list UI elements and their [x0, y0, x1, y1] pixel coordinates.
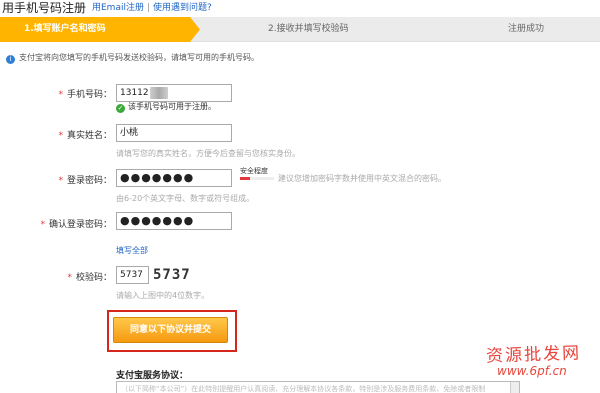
real-name-input[interactable]: 小桃	[116, 124, 232, 142]
password-side-hint: 建议您增加密码字数并使用中英文混合的密码。	[278, 174, 446, 183]
captcha-label: * 校验码：	[67, 273, 112, 283]
password-strength-meter	[240, 177, 274, 180]
captcha-hint: 请输入上图中的4位数字。	[116, 291, 210, 300]
confirm-password-label: * 确认登录密码：	[40, 220, 112, 230]
header-links: 用Email注册 | 使用遇到问题?	[92, 0, 212, 13]
agreement-scrollbar[interactable]	[510, 382, 519, 393]
fill-all-link[interactable]: 填写全部	[116, 245, 148, 256]
agreement-text: （以下简称“本公司”）在此特别提醒用户认真阅读、充分理解本协议各条款，特别是涉及…	[121, 385, 486, 393]
agreement-title: 支付宝服务协议：	[116, 371, 189, 381]
step-progress-bar: 1.填写账户名和密码 2.接收并填写校验码 注册成功	[0, 17, 600, 42]
notice: i 支付宝将向您填写的手机号码发送校验码，请填写可用的手机号码。	[6, 52, 259, 64]
blurred-region	[149, 86, 168, 99]
captcha-input[interactable]: 5737	[116, 266, 149, 284]
strength-fill	[240, 177, 251, 180]
agreement-textbox[interactable]: （以下简称“本公司”）在此特别提醒用户认真阅读、充分理解本协议各条款，特别是涉及…	[116, 381, 520, 393]
step-1-account-password: 1.填写账户名和密码	[0, 17, 200, 42]
password-input[interactable]: ●●●●●●●	[116, 169, 232, 187]
confirm-password-input[interactable]: ●●●●●●●	[116, 212, 232, 230]
name-label: * 真实姓名：	[58, 131, 112, 141]
step-2-verify-code: 2.接收并填写校验码	[268, 24, 349, 34]
check-icon: ✓	[116, 104, 125, 113]
password-hint: 由6-20个英文字母、数字或符号组成。	[116, 194, 255, 203]
help-link[interactable]: 使用遇到问题?	[153, 3, 212, 13]
watermark-text: 资源批发网	[485, 343, 582, 367]
header: 用手机号码注册 用Email注册 | 使用遇到问题?	[0, 0, 600, 15]
step-3-success: 注册成功	[508, 24, 545, 34]
email-register-link[interactable]: 用Email注册	[92, 3, 144, 13]
password-strength-label: 安全程度	[240, 167, 268, 175]
info-icon: i	[6, 55, 15, 64]
phone-available-message: ✓ 该手机号码可用于注册。	[116, 102, 216, 113]
phone-label: * 手机号码：	[58, 90, 112, 100]
separator: |	[146, 3, 151, 13]
captcha-image[interactable]: 5737	[153, 265, 197, 285]
agree-submit-button[interactable]: 同意以下协议并提交	[113, 317, 228, 343]
notice-text: 支付宝将向您填写的手机号码发送校验码，请填写可用的手机号码。	[19, 53, 259, 62]
name-hint: 请填写您的真实姓名，方便今后查留与您核实身份。	[116, 149, 300, 158]
page-title: 用手机号码注册	[2, 1, 87, 15]
phone-input[interactable]: 13112	[116, 84, 232, 102]
password-label: * 登录密码：	[58, 176, 112, 186]
watermark-url: www.6pf.cn	[497, 364, 567, 378]
